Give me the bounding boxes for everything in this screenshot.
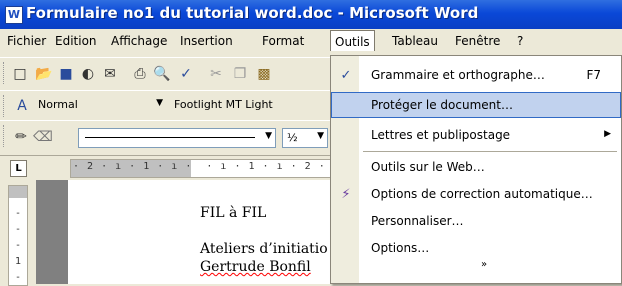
save-icon[interactable]: ■ — [56, 64, 76, 84]
cut-icon[interactable]: ✂ — [206, 64, 226, 84]
menu-affichage[interactable]: Affichage — [111, 34, 167, 48]
vruler-marks: - - - 1 - — [15, 208, 22, 283]
menu-item-correction-auto[interactable]: ⚡ Options de correction automatique… — [331, 181, 621, 207]
expand-menu-icon[interactable]: » — [481, 259, 487, 270]
email-icon[interactable]: ✉ — [100, 64, 120, 84]
menu-bar: Fichier Edition Affichage Insertion Form… — [0, 29, 622, 57]
autocorrect-icon: ⚡ — [341, 186, 351, 202]
line-style-preview — [85, 137, 255, 138]
eraser-icon[interactable]: ⌫ — [33, 128, 53, 146]
style-select[interactable]: Normal ▼ — [34, 96, 166, 116]
tab-selector[interactable]: L — [10, 160, 27, 177]
doc-line-2[interactable]: Ateliers d’initiatio — [200, 241, 328, 257]
shortcut-f7: F7 — [586, 68, 601, 82]
print-icon[interactable]: ⎙ — [130, 64, 150, 84]
menu-outils[interactable]: Outils — [330, 30, 375, 51]
font-select[interactable]: Footlight MT Light — [170, 96, 330, 116]
menu-item-options[interactable]: Options… — [331, 235, 621, 261]
menu-fichier[interactable]: Fichier — [7, 34, 46, 48]
chevron-down-icon: ▼ — [265, 131, 272, 141]
menu-help[interactable]: ? — [517, 34, 523, 48]
toolbar-grip[interactable] — [3, 125, 7, 147]
print-preview-icon[interactable]: 🔍 — [152, 64, 172, 84]
style-value: Normal — [38, 98, 78, 111]
menu-separator — [363, 151, 617, 152]
menu-item-proteger[interactable]: Protéger le document… — [331, 92, 621, 118]
menu-insertion[interactable]: Insertion — [180, 34, 233, 48]
window-title: Formulaire no1 du tutorial word.doc - Mi… — [26, 4, 479, 22]
chevron-down-icon: ▼ — [156, 98, 163, 108]
vertical-ruler[interactable]: - - - 1 - — [8, 185, 28, 286]
pen-icon[interactable]: ✏ — [12, 128, 30, 146]
styles-pane-icon[interactable]: A — [12, 96, 32, 116]
menu-item-lettres[interactable]: Lettres et publipostage ▶ — [331, 122, 621, 148]
spellcheck-icon: ✓ — [340, 67, 352, 83]
menu-format[interactable]: Format — [262, 34, 304, 48]
outils-menu: ✓ Grammaire et orthographe… F7 Protéger … — [330, 55, 622, 284]
spellcheck-toolbar-icon[interactable]: ✓ — [176, 64, 196, 84]
doc-line-1[interactable]: FIL à FIL — [200, 205, 266, 221]
line-style-select[interactable]: ▼ — [78, 128, 276, 148]
copy-icon[interactable]: ❐ — [230, 64, 250, 84]
font-value: Footlight MT Light — [174, 98, 273, 111]
doc-line-3[interactable]: Gertrude Bonfil — [200, 259, 311, 275]
menu-item-grammaire[interactable]: ✓ Grammaire et orthographe… F7 — [331, 62, 621, 88]
paste-icon[interactable]: ▩ — [254, 64, 274, 84]
menu-edition[interactable]: Edition — [55, 34, 97, 48]
menu-item-personnaliser[interactable]: Personnaliser… — [331, 208, 621, 234]
ruler-marks: · 2 · ı · 1 · ı · · ı · 1 · ı · 2 · ı — [73, 161, 340, 172]
word-app-icon[interactable]: W — [5, 6, 23, 24]
open-folder-icon[interactable]: 📂 — [34, 64, 54, 84]
menu-item-outils-web[interactable]: Outils sur le Web… — [331, 154, 621, 180]
permission-icon[interactable]: ◐ — [78, 64, 98, 84]
toolbar-grip[interactable] — [3, 95, 7, 117]
menu-tableau[interactable]: Tableau — [392, 34, 438, 48]
line-weight-select[interactable]: ½ ▼ — [282, 128, 328, 148]
horizontal-ruler[interactable]: · 2 · ı · 1 · ı · · ı · 1 · ı · 2 · ı — [70, 159, 342, 178]
title-bar: W Formulaire no1 du tutorial word.doc - … — [0, 0, 622, 29]
ruler-margin — [9, 186, 27, 198]
menu-fenetre[interactable]: Fenêtre — [455, 34, 500, 48]
new-document-icon[interactable]: □ — [10, 64, 30, 84]
chevron-down-icon: ▼ — [317, 131, 324, 141]
toolbar-grip[interactable] — [3, 62, 7, 84]
submenu-arrow-icon: ▶ — [604, 129, 611, 139]
